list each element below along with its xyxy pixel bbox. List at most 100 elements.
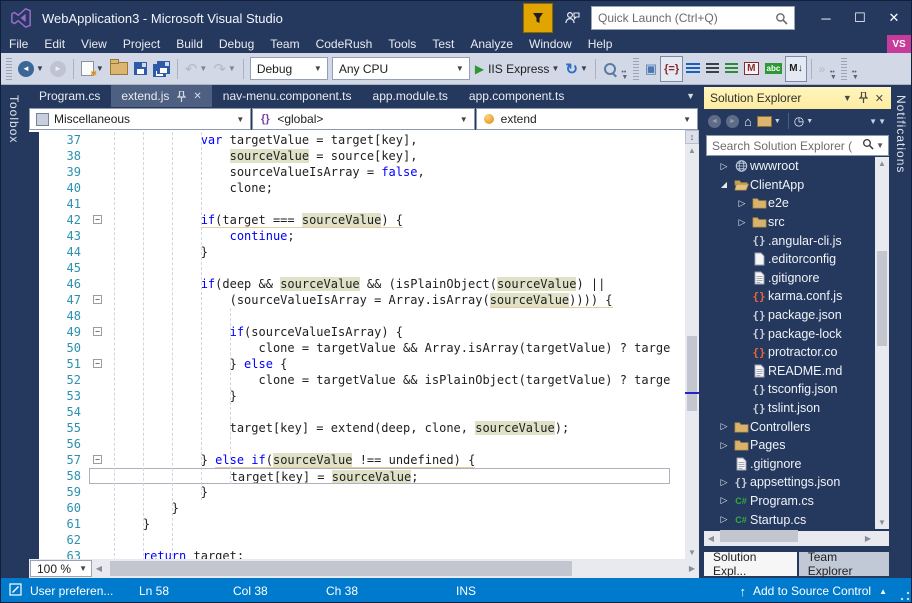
panel-tab-solution-expl-[interactable]: Solution Expl... [704,552,797,576]
account-badge[interactable]: VS [887,35,911,53]
home-icon[interactable]: ⌂ [744,114,752,129]
dropdown-arrow-icon[interactable]: ▼ [228,64,236,73]
tree-item-e2e[interactable]: ▷e2e [704,194,875,213]
markdown-m-icon[interactable]: M [741,57,761,81]
tree-item--editorconfig[interactable]: .editorconfig [704,250,875,269]
minimize-button[interactable]: ─ [809,3,843,33]
pending-changes-filter-icon[interactable]: ◷▼ [794,114,813,128]
window-position-icon[interactable]: ▼ [843,93,852,103]
scroll-down-icon[interactable]: ▼ [875,516,889,529]
horizontal-scroll-thumb[interactable] [110,561,572,576]
solution-explorer-search-input[interactable]: Search Solution Explorer ( ▼ [706,135,889,156]
dropdown-arrow-icon[interactable]: ▼ [96,64,104,73]
splitter-grip-icon[interactable]: ↕ [685,130,699,144]
dropdown-arrow-icon[interactable]: ▼ [551,64,559,73]
tree-item-clientapp[interactable]: ◢ClientApp [704,176,875,195]
code-line-62[interactable]: 62 [29,532,670,548]
tree-item-package-json[interactable]: {}package.json [704,306,875,325]
tree-item-src[interactable]: ▷src [704,213,875,232]
dropdown-arrow-icon[interactable]: ▼ [199,64,207,73]
pin-icon[interactable] [859,92,868,105]
member-dropdown[interactable]: extend ▼ [476,108,698,130]
toolbar-overflow-icon[interactable]: ••▼ [620,58,630,80]
scroll-up-icon[interactable]: ▲ [875,157,889,170]
tree-item-controllers[interactable]: ▷Controllers [704,417,875,436]
fold-marker-icon[interactable]: − [93,215,102,224]
scroll-left-icon[interactable]: ◀ [92,564,106,573]
menu-team[interactable]: Team [262,35,307,53]
tab-app-module-ts[interactable]: app.module.ts [363,85,458,107]
format-document-icon[interactable] [703,57,722,81]
menu-file[interactable]: File [1,35,36,53]
filter-button[interactable] [523,3,553,33]
tree-vertical-scrollbar[interactable]: ▲ ▼ [875,157,889,529]
code-line-45[interactable]: 45 [29,260,670,276]
tree-item-wwwroot[interactable]: ▷wwwroot [704,157,875,176]
project-dropdown[interactable]: Miscellaneous ▼ [29,108,251,130]
tab-program-cs[interactable]: Program.cs [29,85,110,107]
menu-window[interactable]: Window [521,35,580,53]
code-line-42[interactable]: 42− if(target === sourceValue) { [29,212,670,228]
expand-arrow-icon[interactable]: ▷ [734,198,750,209]
document-well-dropdown-icon[interactable]: ▼ [686,91,695,101]
toolbar-overflow-icon[interactable]: ••▼ [828,58,838,80]
feedback-button[interactable] [561,6,583,30]
resize-grip[interactable] [900,591,910,601]
close-button[interactable]: ✕ [877,3,911,33]
tree-item-pages[interactable]: ▷Pages [704,436,875,455]
expand-arrow-icon[interactable]: ▷ [716,495,732,506]
toolbar-grip[interactable] [633,58,639,80]
maximize-button[interactable]: ☐ [843,3,877,33]
tree-item-package-lock[interactable]: {}package-lock [704,324,875,343]
horizontal-scroll-track[interactable] [106,559,685,578]
new-project-icon[interactable]: ▼ [78,57,107,81]
menu-help[interactable]: Help [580,35,621,53]
fold-marker-icon[interactable]: − [93,455,102,464]
code-line-37[interactable]: 37 var targetValue = target[key], [29,132,670,148]
solution-platform-combo[interactable]: Any CPU▼ [332,57,470,80]
tab-nav-menu-component-ts[interactable]: nav-menu.component.ts [213,85,362,107]
menu-edit[interactable]: Edit [36,35,73,53]
menu-analyze[interactable]: Analyze [462,35,521,53]
scroll-right-icon[interactable]: ▶ [861,534,875,543]
zoom-level-dropdown[interactable]: 100 % ▼ [30,560,92,577]
expand-arrow-icon[interactable]: ▷ [716,514,732,525]
tab-extend-js[interactable]: extend.js✕ [111,85,211,107]
close-icon[interactable]: ✕ [875,92,884,105]
dropdown-arrow-icon[interactable]: ▼ [580,64,588,73]
menu-build[interactable]: Build [168,35,211,53]
code-line-52[interactable]: 52 clone = targetValue && isPlainObject(… [29,372,670,388]
code-line-38[interactable]: 38 sourceValue = source[key], [29,148,670,164]
start-debug-button[interactable]: ▶IIS Express▼ [472,57,563,81]
tree-item--gitignore[interactable]: .gitignore [704,269,875,288]
pin-icon[interactable] [177,91,186,102]
scroll-up-icon[interactable]: ▲ [685,144,699,157]
brace-format-icon[interactable]: {=} [660,56,683,82]
spell-check-icon[interactable]: abc [762,57,786,81]
code-line-57[interactable]: 57− } else if(sourceValue !== undefined)… [29,452,670,468]
fold-marker-icon[interactable]: − [93,295,102,304]
tree-item-tslint-json[interactable]: {}tslint.json [704,399,875,418]
expand-arrow-icon[interactable]: ▷ [716,161,732,172]
se-toolbar-overflow-icon[interactable]: ▼▼ [869,117,887,126]
scroll-right-icon[interactable]: ▶ [685,564,699,573]
expand-arrow-icon[interactable]: ▷ [716,421,732,432]
panel-tab-team-explorer[interactable]: Team Explorer [799,552,889,576]
navigate-backward-icon[interactable]: ◄▼ [15,57,47,81]
tree-item-program-cs[interactable]: ▷C#Program.cs [704,492,875,511]
tree-item-startup-cs[interactable]: ▷C#Startup.cs [704,510,875,529]
code-line-49[interactable]: 49− if(sourceValueIsArray) { [29,324,670,340]
code-line-47[interactable]: 47− (sourceValueIsArray = Array.isArray(… [29,292,670,308]
tree-item--angular-cli-js[interactable]: {}.angular-cli.js [704,231,875,250]
dropdown-arrow-icon[interactable]: ▼ [36,64,44,73]
scroll-left-icon[interactable]: ◀ [704,534,718,543]
code-line-44[interactable]: 44 } [29,244,670,260]
code-editor[interactable]: 37 var targetValue = target[key],38 sour… [29,130,685,559]
code-line-51[interactable]: 51− } else { [29,356,670,372]
menu-view[interactable]: View [73,35,115,53]
menu-coderush[interactable]: CodeRush [308,35,381,53]
code-line-40[interactable]: 40 clone; [29,180,670,196]
tree-horizontal-scrollbar[interactable]: ◀ ▶ [704,531,875,546]
editor-vertical-scrollbar[interactable]: ↕ ▲ ▼ [685,130,699,559]
code-line-43[interactable]: 43 continue; [29,228,670,244]
